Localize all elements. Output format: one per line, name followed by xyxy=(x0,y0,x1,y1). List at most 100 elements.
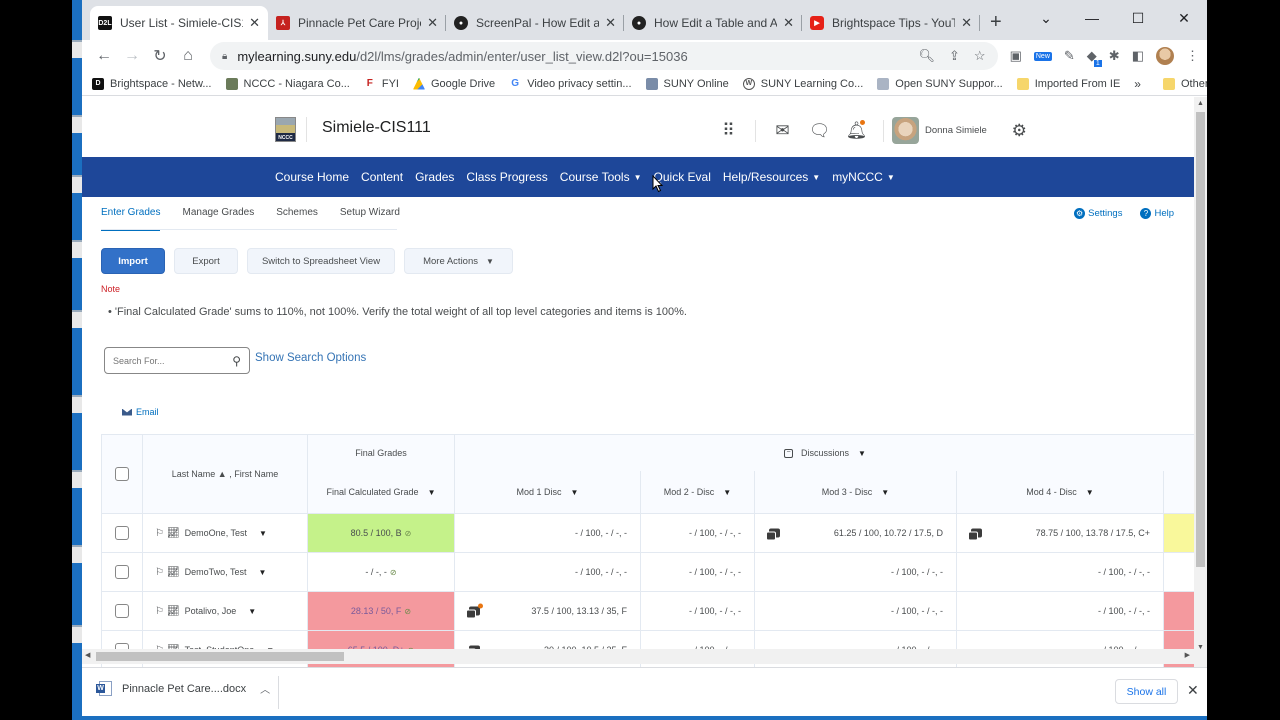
tab-setup-wizard[interactable]: Setup Wizard xyxy=(340,207,411,231)
column-header-mod1[interactable]: Mod 1 Disc ▼ xyxy=(455,471,641,514)
lock-icon[interactable]: 🔒︎ xyxy=(222,51,227,62)
show-all-downloads-button[interactable]: Show all xyxy=(1115,679,1178,704)
row-checkbox[interactable] xyxy=(115,565,129,579)
scroll-down-arrow[interactable]: ▼ xyxy=(1194,644,1207,651)
desktop-icon[interactable] xyxy=(72,545,82,563)
scroll-right-arrow[interactable]: ▶ xyxy=(1185,651,1190,659)
scroll-up-arrow[interactable]: ▲ xyxy=(1194,100,1207,107)
grade-value[interactable]: 78.75 / 100, 13.78 / 17.5, C+ xyxy=(1036,528,1150,538)
close-tab-icon[interactable]: ✕ xyxy=(961,15,972,31)
desktop-icon[interactable] xyxy=(72,175,82,193)
course-title[interactable]: Simiele-CIS111 xyxy=(322,119,431,137)
desktop-icon[interactable] xyxy=(72,470,82,488)
select-all-checkbox[interactable] xyxy=(115,467,129,481)
bookmark-star-icon[interactable]: ☆ xyxy=(974,48,986,64)
course-selector-grid-icon[interactable]: ⠿ xyxy=(710,120,747,142)
help-link[interactable]: ? Help xyxy=(1140,208,1174,219)
close-tab-icon[interactable]: ✕ xyxy=(427,15,438,31)
nav-course-home[interactable]: Course Home xyxy=(275,170,349,184)
reload-button[interactable]: ↻ xyxy=(146,46,174,66)
settings-link[interactable]: ⚙ Settings xyxy=(1074,208,1122,219)
browser-tab[interactable]: ● How Edit a Table and Add Pi ✕ xyxy=(624,6,802,40)
grade-value[interactable]: - / 100, - / -, - xyxy=(575,528,627,538)
export-button[interactable]: Export xyxy=(174,248,238,274)
browser-tab[interactable]: D2L User List - Simiele-CIS111 - S ✕ xyxy=(90,6,268,40)
row-checkbox[interactable] xyxy=(115,604,129,618)
browser-tab[interactable]: ▶ Brightspace Tips - YouTube ✕ xyxy=(802,6,980,40)
scrollbar-thumb[interactable] xyxy=(1196,112,1205,567)
side-panel-icon[interactable]: ◧ xyxy=(1132,48,1144,64)
share-icon[interactable]: ⇪ xyxy=(949,48,960,64)
new-tab-button[interactable]: + xyxy=(990,11,1002,34)
vertical-scrollbar[interactable]: ▲ ▼ xyxy=(1194,97,1207,667)
menu-icon[interactable]: ⋮ xyxy=(1186,48,1199,64)
nav-grades[interactable]: Grades xyxy=(415,170,454,184)
grade-value[interactable]: 80.5 / 100, B xyxy=(351,528,402,538)
zoom-icon[interactable]: 🔍︎ xyxy=(919,48,936,64)
home-button[interactable]: ⌂ xyxy=(174,47,202,65)
collapse-icon[interactable]: − xyxy=(784,448,794,458)
student-name[interactable]: DemoTwo, Test xyxy=(185,567,247,577)
minimize-button[interactable]: — xyxy=(1069,10,1115,26)
profile-avatar[interactable] xyxy=(1156,47,1174,65)
bookmark-item[interactable]: Google Drive xyxy=(412,77,495,90)
grade-value[interactable]: 37.5 / 100, 13.13 / 35, F xyxy=(531,606,627,616)
chevron-down-icon[interactable]: ▼ xyxy=(259,529,267,538)
tab-schemes[interactable]: Schemes xyxy=(276,207,318,231)
bookmark-item[interactable]: Open SUNY Suppor... xyxy=(877,77,1003,90)
extension-badge-icon[interactable]: ◆ 1 xyxy=(1087,48,1102,67)
bookmark-item[interactable]: D Brightspace - Netw... xyxy=(92,77,212,90)
more-actions-button[interactable]: More Actions ▼ xyxy=(404,248,513,274)
student-name[interactable]: Potalivo, Joe xyxy=(185,606,237,616)
grade-value[interactable]: - / 100, - / -, - xyxy=(891,567,943,577)
user-progress-icon[interactable]: 📈︎ xyxy=(167,567,180,578)
nav-mynccc[interactable]: myNCCC ▼ xyxy=(832,170,895,184)
bookmark-item[interactable]: Imported From IE xyxy=(1016,77,1120,90)
puzzle-icon[interactable]: ✱ xyxy=(1109,48,1120,64)
bookmark-item[interactable]: G Video privacy settin... xyxy=(509,78,631,90)
user-avatar[interactable] xyxy=(892,117,919,144)
discussion-posts-icon[interactable] xyxy=(466,603,483,619)
close-tab-icon[interactable]: ✕ xyxy=(783,15,794,31)
back-button[interactable]: ← xyxy=(90,47,118,65)
chevron-down-icon[interactable]: ▼ xyxy=(858,449,866,458)
user-name[interactable]: Donna Simiele xyxy=(925,125,987,136)
message-alerts-icon[interactable]: ✉ xyxy=(764,120,801,142)
chevron-down-icon[interactable]: ▼ xyxy=(723,488,731,497)
bookmark-item[interactable]: W SUNY Learning Co... xyxy=(742,77,863,90)
grade-value[interactable]: - / 100, - / -, - xyxy=(1098,606,1150,616)
grade-value[interactable]: - / 100, - / -, - xyxy=(689,528,741,538)
import-button[interactable]: Import xyxy=(101,248,165,274)
grade-value[interactable]: - / 100, - / -, - xyxy=(689,606,741,616)
discussion-alerts-icon[interactable]: 🗨︎ xyxy=(801,120,838,142)
desktop-icon[interactable] xyxy=(72,115,82,133)
chevron-down-icon[interactable]: ▼ xyxy=(259,568,267,577)
bookmark-item[interactable]: F FYI xyxy=(364,78,399,90)
browser-tab[interactable]: ⅄ Pinnacle Pet Care Project 1 I ✕ xyxy=(268,6,446,40)
desktop-icon[interactable] xyxy=(72,625,82,643)
chevron-down-icon[interactable]: ▼ xyxy=(881,488,889,497)
scrollbar-thumb[interactable] xyxy=(96,652,344,661)
desktop-icon[interactable] xyxy=(72,310,82,328)
grade-value[interactable]: - / 100, - / -, - xyxy=(891,606,943,616)
other-bookmarks[interactable]: Other bookmarks xyxy=(1162,77,1207,90)
maximize-button[interactable]: ☐ xyxy=(1115,10,1161,27)
chevron-down-icon[interactable]: ▼ xyxy=(248,607,256,616)
browser-tab[interactable]: ● ScreenPal - How Edit a Table ✕ xyxy=(446,6,624,40)
column-header-final-calculated[interactable]: Final Calculated Grade ▼ xyxy=(308,471,455,514)
row-checkbox[interactable] xyxy=(115,526,129,540)
tab-manage-grades[interactable]: Manage Grades xyxy=(182,207,254,231)
close-tab-icon[interactable]: ✕ xyxy=(249,15,260,31)
chevron-down-icon[interactable]: ▼ xyxy=(428,488,436,497)
bookmarks-overflow-button[interactable]: » xyxy=(1134,77,1141,91)
grade-value[interactable]: - / 100, - / -, - xyxy=(575,567,627,577)
discussion-posts-icon[interactable] xyxy=(766,528,780,541)
user-progress-icon[interactable]: 📈︎ xyxy=(167,528,180,539)
bookmark-item[interactable]: NCCC - Niagara Co... xyxy=(225,77,350,90)
flag-icon[interactable]: ⚐ xyxy=(155,567,164,578)
download-item[interactable]: Pinnacle Pet Care....docx ︿ xyxy=(96,681,270,696)
nav-help-resources[interactable]: Help/Resources ▼ xyxy=(723,170,820,184)
switch-spreadsheet-view-button[interactable]: Switch to Spreadsheet View xyxy=(247,248,395,274)
flag-icon[interactable]: ⚐ xyxy=(155,606,164,617)
grade-value[interactable]: - / 100, - / -, - xyxy=(689,567,741,577)
